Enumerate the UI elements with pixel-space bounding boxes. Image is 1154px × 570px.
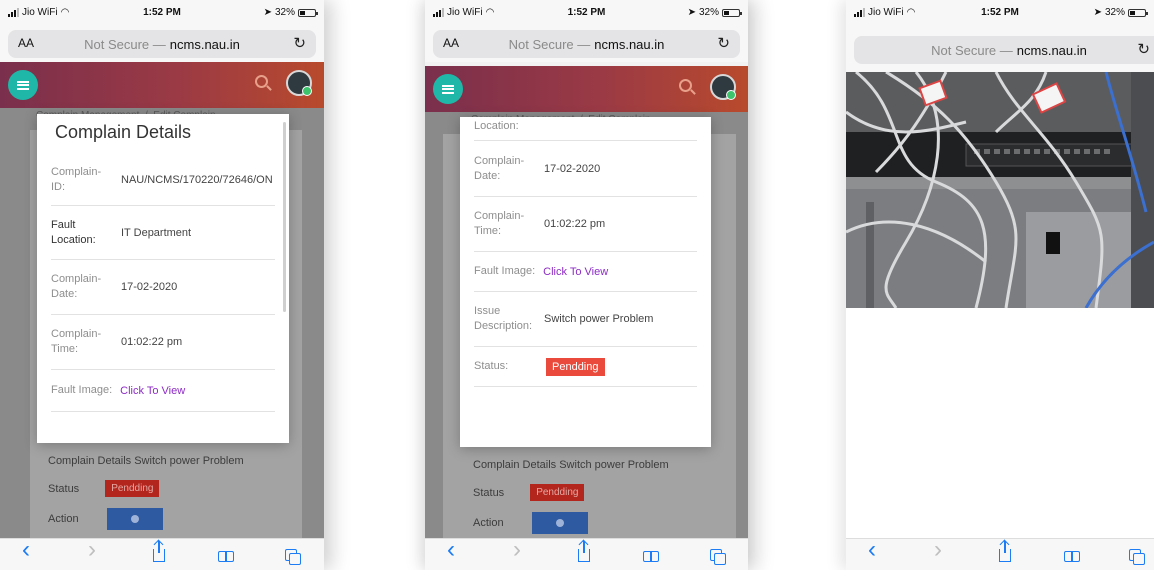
row-complain-id: Complain-ID: NAU/NCMS/170220/72646/ON	[51, 154, 275, 206]
info-button[interactable]	[531, 512, 588, 534]
status-bar: Jio WiFi ◠ 1:52 PM ➤ 32%	[846, 0, 1154, 28]
bg-action-row: Action	[48, 508, 163, 530]
reload-icon[interactable]: ↻	[293, 34, 306, 52]
bg-complain-details-row: Complain Details Switch power Problem	[48, 455, 244, 467]
row-complain-time: Complain-Time: 01:02:22 pm	[51, 315, 275, 370]
bookmarks-icon[interactable]	[218, 551, 234, 562]
location-icon: ➤	[687, 7, 696, 18]
row-fault-location-partial: Location:	[474, 113, 697, 141]
phone-screen-3: Jio WiFi ◠ 1:52 PM ➤ 32% Not Secure — ncms…	[846, 0, 1154, 570]
view-image-link[interactable]: Click To View	[120, 385, 185, 397]
app-header	[425, 66, 748, 112]
fault-image	[846, 72, 1154, 308]
browser-toolbar: ‹ ›	[0, 538, 324, 570]
address-bar[interactable]: AA Not Secure — ncms.nau.in ↻	[433, 30, 740, 58]
reload-icon[interactable]: ↻	[1137, 40, 1150, 58]
info-icon	[555, 519, 564, 527]
avatar[interactable]	[710, 74, 736, 100]
location-icon: ➤	[1093, 7, 1102, 18]
forward-button[interactable]: ›	[934, 538, 942, 562]
network-rack-photo	[846, 72, 1154, 308]
location-icon: ➤	[263, 7, 272, 18]
row-status: Status: Pendding	[474, 347, 697, 387]
domain-label: ncms.nau.in	[594, 36, 665, 52]
tabs-icon[interactable]	[285, 549, 301, 565]
status-badge: Pendding	[530, 484, 585, 501]
status-bar: Jio WiFi ◠ 1:52 PM ➤ 32%	[425, 0, 748, 28]
forward-button[interactable]: ›	[513, 538, 521, 562]
forward-button[interactable]: ›	[88, 538, 96, 562]
share-icon[interactable]	[999, 541, 1011, 562]
hamburger-icon	[442, 84, 454, 94]
back-button[interactable]: ‹	[22, 538, 30, 562]
search-icon[interactable]	[679, 79, 692, 92]
tabs-icon[interactable]	[710, 549, 726, 565]
browser-toolbar: ‹ ›	[425, 538, 748, 570]
battery-icon	[298, 8, 318, 17]
tabs-icon[interactable]	[1129, 549, 1145, 565]
bookmarks-icon[interactable]	[1064, 551, 1080, 562]
avatar[interactable]	[286, 70, 312, 96]
bg-action-row: Action	[473, 512, 588, 534]
bg-status-row: Status Pendding	[48, 480, 160, 497]
address-bar[interactable]: AA Not Secure — ncms.nau.in ↻	[8, 30, 316, 58]
back-button[interactable]: ‹	[447, 538, 455, 562]
status-badge: Pendding	[546, 357, 605, 376]
row-fault-image: Fault Image: Click To View	[51, 370, 275, 412]
bg-status-row: Status Pendding	[473, 484, 585, 501]
modal-scrollbar[interactable]	[283, 122, 286, 312]
battery-percent: 32%	[698, 7, 719, 18]
complain-details-modal: Complain Details Complain-ID: NAU/NCMS/1…	[37, 114, 289, 443]
battery-percent: 32%	[1104, 7, 1125, 18]
battery-percent: 32%	[274, 7, 295, 18]
phone-screen-1: Jio WiFi ◠ 1:52 PM ➤ 32% AA Not Secure — n…	[0, 0, 324, 570]
domain-label: ncms.nau.in	[169, 36, 240, 52]
info-button[interactable]	[106, 508, 163, 530]
security-label: Not Secure —	[931, 42, 1013, 58]
battery-icon	[1128, 8, 1148, 17]
reader-options-button[interactable]: AA	[18, 36, 34, 50]
phone-screen-2: Jio WiFi ◠ 1:52 PM ➤ 32% AA Not Secure — n…	[425, 0, 748, 570]
bg-complain-details-row: Complain Details Switch power Problem	[473, 459, 669, 471]
app-header	[0, 62, 324, 108]
info-icon	[130, 515, 139, 523]
domain-label: ncms.nau.in	[1016, 42, 1087, 58]
menu-button[interactable]	[433, 74, 463, 104]
screenshot-collage: Jio WiFi ◠ 1:52 PM ➤ 32% AA Not Secure — n…	[0, 0, 1154, 570]
row-issue-description: Issue Description: Switch power Problem	[474, 292, 697, 347]
reload-icon[interactable]: ↻	[717, 34, 730, 52]
security-label: Not Secure —	[84, 36, 166, 52]
row-fault-image: Fault Image: Click To View	[474, 252, 697, 292]
row-complain-date: Complain-Date: 17-02-2020	[51, 260, 275, 315]
share-icon[interactable]	[153, 541, 165, 562]
search-icon[interactable]	[255, 75, 268, 88]
row-complain-time: Complain-Time: 01:02:22 pm	[474, 197, 697, 252]
row-complain-date: Complain-Date: 17-02-2020	[474, 141, 697, 197]
address-bar[interactable]: Not Secure — ncms.nau.in ↻	[854, 36, 1154, 64]
browser-toolbar: ‹ ›	[846, 538, 1154, 570]
status-bar: Jio WiFi ◠ 1:52 PM ➤ 32%	[0, 0, 324, 28]
share-icon[interactable]	[578, 541, 590, 562]
hamburger-icon	[17, 80, 29, 90]
complain-details-modal: Location: Complain-Date: 17-02-2020 Comp…	[460, 117, 711, 447]
bookmarks-icon[interactable]	[643, 551, 659, 562]
modal-title: Complain Details	[55, 122, 192, 142]
reader-options-button[interactable]: AA	[443, 36, 459, 50]
status-badge: Pendding	[105, 480, 160, 497]
menu-button[interactable]	[8, 70, 38, 100]
row-fault-location: Fault Location: IT Department	[51, 206, 275, 260]
view-image-link[interactable]: Click To View	[543, 266, 608, 278]
security-label: Not Secure —	[508, 36, 591, 52]
battery-icon	[722, 8, 742, 17]
back-button[interactable]: ‹	[868, 538, 876, 562]
